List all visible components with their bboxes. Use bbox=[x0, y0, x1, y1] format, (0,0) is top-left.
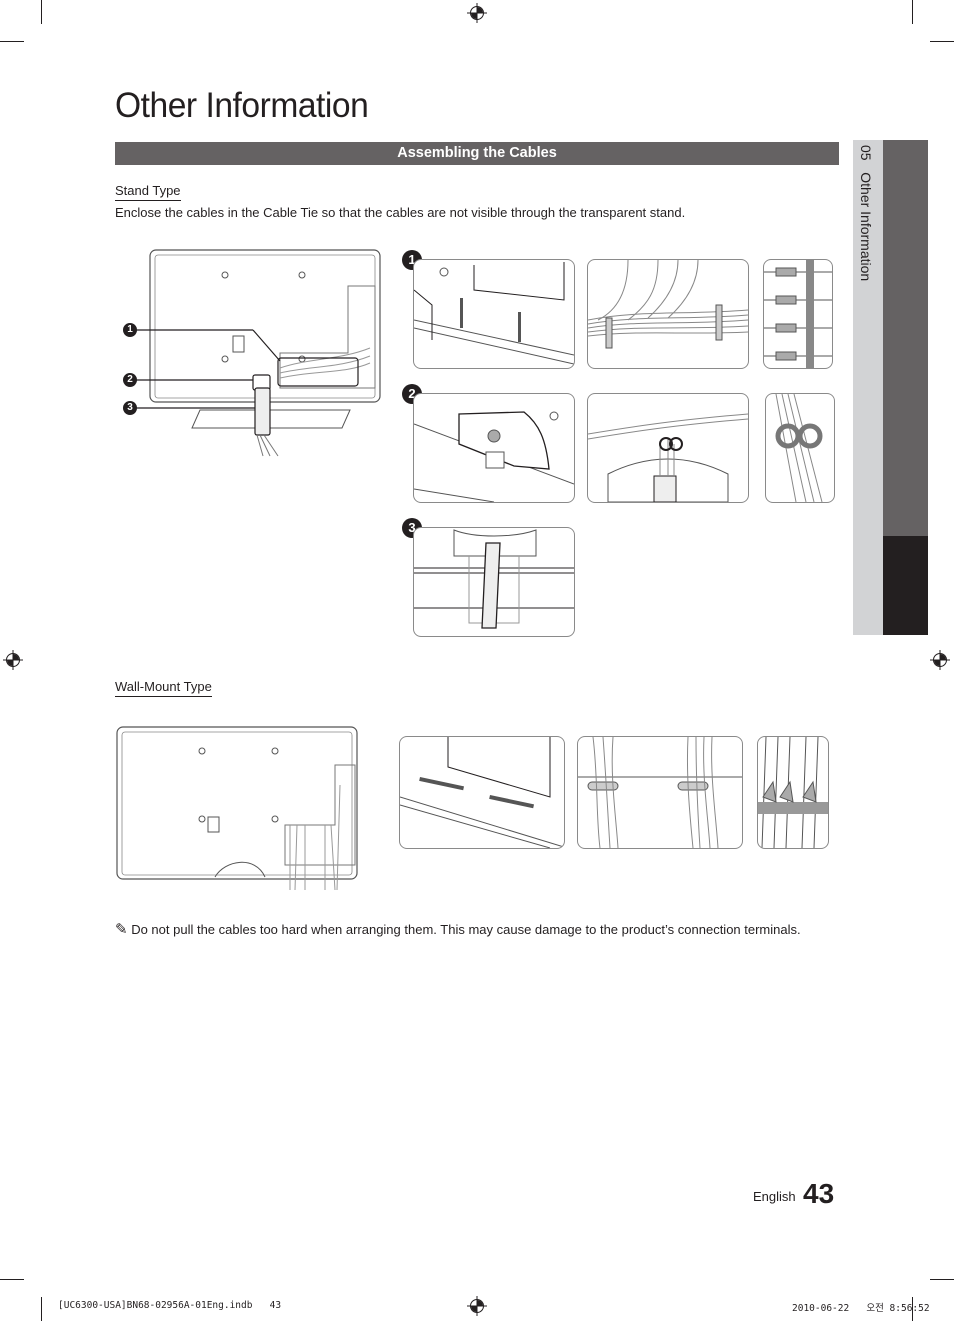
section-header: Assembling the Cables bbox=[115, 142, 839, 165]
crop-mark bbox=[0, 1279, 24, 1280]
chapter-number: 05 bbox=[858, 145, 874, 161]
wall-mount-tv-back-illustration bbox=[115, 725, 360, 890]
step-1-panel-clip-detail bbox=[763, 259, 833, 369]
page-number: 43 bbox=[803, 1178, 835, 1209]
page-title: Other Information bbox=[115, 86, 369, 125]
callout-2: 2 bbox=[123, 373, 137, 387]
stand-tv-back-illustration: 1 2 3 bbox=[120, 248, 390, 458]
crop-mark bbox=[912, 0, 913, 24]
callout-1: 1 bbox=[123, 323, 137, 337]
registration-mark-icon bbox=[930, 650, 950, 670]
chapter-tab-marker bbox=[883, 536, 928, 635]
stand-type-heading: Stand Type bbox=[115, 183, 181, 201]
step-2-panel-ring-detail bbox=[765, 393, 835, 503]
wall-panel-closeup bbox=[399, 736, 565, 849]
crop-mark bbox=[930, 41, 954, 42]
crop-mark bbox=[41, 0, 42, 24]
note: ✎ Do not pull the cables too hard when a… bbox=[115, 920, 801, 938]
wall-mount-heading-wrap: Wall-Mount Type bbox=[115, 678, 212, 697]
crop-mark bbox=[0, 41, 24, 42]
stand-type-heading-wrap: Stand Type bbox=[115, 182, 181, 201]
print-slug-date: 2010-06-22 오전 8:56:52 bbox=[792, 1303, 930, 1314]
registration-mark-icon bbox=[467, 1296, 487, 1316]
step-3-panel-cable-tie bbox=[413, 527, 575, 637]
step-2-panel-stand-neck bbox=[413, 393, 575, 503]
callout-3: 3 bbox=[123, 401, 137, 415]
chapter-title: Other Information bbox=[858, 172, 874, 282]
step-1-panel-closeup bbox=[413, 259, 575, 369]
chapter-tab-label: 05 Other Information bbox=[858, 145, 874, 281]
registration-mark-icon bbox=[467, 3, 487, 23]
step-2-panel-ring bbox=[587, 393, 749, 503]
wall-panel-clips bbox=[577, 736, 743, 849]
wall-panel-clip-detail bbox=[757, 736, 829, 849]
crop-mark bbox=[41, 1297, 42, 1321]
crop-mark bbox=[930, 1279, 954, 1280]
footer-language: English bbox=[753, 1189, 796, 1204]
step-1-panel-clips bbox=[587, 259, 749, 369]
wall-mount-heading: Wall-Mount Type bbox=[115, 679, 212, 697]
stand-type-description: Enclose the cables in the Cable Tie so t… bbox=[115, 205, 686, 220]
registration-mark-icon bbox=[3, 650, 23, 670]
print-slug-file: [UC6300-USA]BN68-02956A-01Eng.indb 43 bbox=[58, 1300, 282, 1311]
chapter-tab-band bbox=[883, 140, 928, 536]
note-text: Do not pull the cables too hard when arr… bbox=[131, 922, 801, 937]
pencil-note-icon: ✎ bbox=[115, 921, 128, 938]
